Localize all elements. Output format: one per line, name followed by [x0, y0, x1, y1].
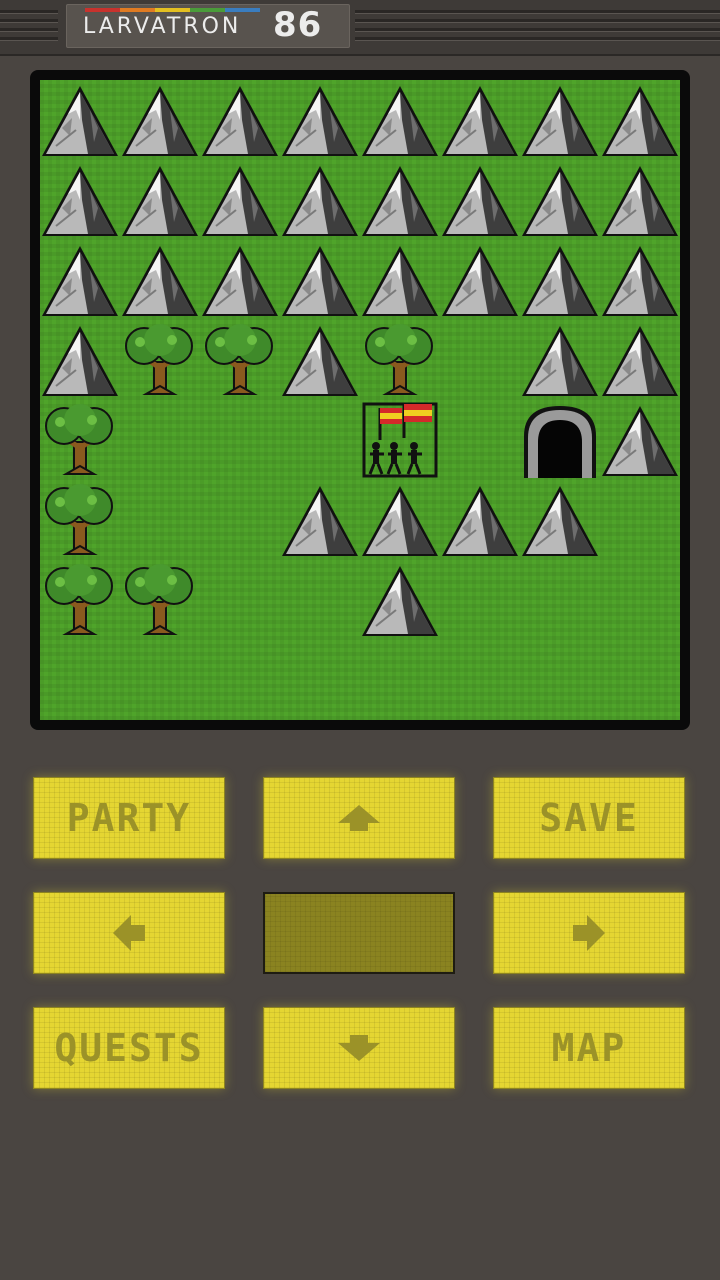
game-map[interactable]: [40, 80, 680, 720]
map-button[interactable]: MAP: [493, 1007, 685, 1089]
tree-tile: [200, 320, 280, 400]
brand-model: 86: [273, 5, 323, 45]
mountain-tile: [440, 80, 520, 160]
mountain-tile: [40, 320, 120, 400]
header-stripes-left: [0, 10, 58, 46]
save-button[interactable]: SAVE: [493, 777, 685, 859]
mountain-tile: [280, 240, 360, 320]
brand-logo: LARVATRON 86: [66, 4, 350, 48]
down-button[interactable]: [263, 1007, 455, 1089]
mountain-tile: [600, 240, 680, 320]
tree-tile: [40, 560, 120, 640]
rainbow-stripe: [85, 8, 260, 12]
mountain-tile: [520, 240, 600, 320]
device-header: LARVATRON 86: [0, 0, 720, 56]
mountain-tile: [360, 480, 440, 560]
mountain-tile: [280, 80, 360, 160]
mountain-tile: [200, 160, 280, 240]
mountain-tile: [360, 240, 440, 320]
mountain-tile: [600, 320, 680, 400]
mountain-tile: [600, 160, 680, 240]
brand-name: LARVATRON: [83, 14, 242, 39]
left-button[interactable]: [33, 892, 225, 974]
arrow-down-icon: [338, 1035, 380, 1061]
party-button[interactable]: PARTY: [33, 777, 225, 859]
mountain-tile: [40, 240, 120, 320]
map-button-label: MAP: [551, 1026, 627, 1070]
mountain-tile: [120, 80, 200, 160]
party-sprite-icon: [360, 400, 440, 480]
mountain-tile: [440, 240, 520, 320]
save-button-label: SAVE: [539, 796, 639, 840]
party-button-label: PARTY: [66, 796, 192, 840]
mountain-tile: [360, 80, 440, 160]
tree-tile: [40, 400, 120, 480]
tree-tile: [120, 320, 200, 400]
tree-tile: [360, 320, 440, 400]
mountain-tile: [280, 160, 360, 240]
mountain-tile: [360, 160, 440, 240]
up-button[interactable]: [263, 777, 455, 859]
arrow-up-icon: [338, 805, 380, 831]
mountain-tile: [520, 320, 600, 400]
mountain-tile: [520, 480, 600, 560]
mountain-tile: [360, 560, 440, 640]
cave-entrance-icon: [520, 400, 600, 480]
mountain-tile: [120, 160, 200, 240]
quests-button[interactable]: QUESTS: [33, 1007, 225, 1089]
tree-tile: [40, 480, 120, 560]
mountain-tile: [280, 320, 360, 400]
center-button[interactable]: [263, 892, 455, 974]
mountain-tile: [120, 240, 200, 320]
mountain-tile: [200, 240, 280, 320]
mountain-tile: [600, 80, 680, 160]
right-button[interactable]: [493, 892, 685, 974]
mountain-tile: [440, 160, 520, 240]
mountain-tile: [280, 480, 360, 560]
mountain-tile: [440, 480, 520, 560]
mountain-tile: [600, 400, 680, 480]
arrow-left-icon: [113, 915, 145, 951]
arrow-right-icon: [573, 915, 605, 951]
mountain-tile: [200, 80, 280, 160]
mountain-tile: [40, 80, 120, 160]
header-stripes-right: [355, 10, 720, 46]
quests-button-label: QUESTS: [54, 1026, 204, 1070]
mountain-tile: [520, 160, 600, 240]
mountain-tile: [520, 80, 600, 160]
mountain-tile: [40, 160, 120, 240]
tree-tile: [120, 560, 200, 640]
